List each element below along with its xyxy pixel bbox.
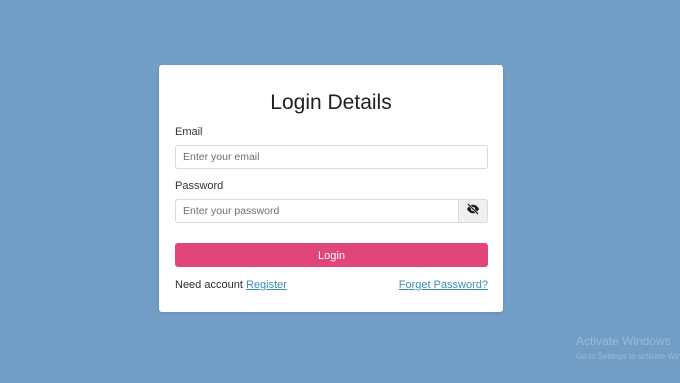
watermark-subtitle: Go to Settings to activate Windows. [576,352,680,361]
login-title: Login Details [270,91,392,114]
password-input[interactable] [176,200,460,222]
eye-slash-icon [466,202,480,220]
forgot-password-container: Forget Password? [399,279,488,292]
email-input[interactable] [176,146,487,168]
activate-windows-watermark: Activate Windows Go to Settings to activ… [576,334,680,363]
register-prompt: Need account Register [175,279,287,292]
toggle-password-visibility-button[interactable] [458,200,487,222]
forgot-password-link[interactable]: Forget Password? [399,279,488,291]
password-field-wrapper [175,199,488,223]
watermark-title: Activate Windows [576,334,671,348]
register-link[interactable]: Register [246,279,287,291]
need-account-text: Need account [175,279,243,291]
password-input-container [176,200,460,222]
email-label: Email [175,126,203,138]
password-label: Password [175,180,224,192]
page-background: { "login": { "title": "Login Details", "… [0,0,680,383]
login-button[interactable]: Login [175,243,488,267]
email-field-wrapper [175,145,488,169]
login-card: Login Details Email Password Login Need … [159,65,503,312]
